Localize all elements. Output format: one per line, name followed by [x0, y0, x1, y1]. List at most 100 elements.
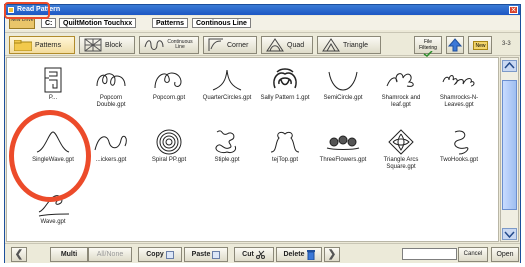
copy-button[interactable]: Copy [138, 247, 182, 262]
file-name: Shamrock and leaf.gpt [381, 95, 421, 108]
file-item[interactable]: Triangle Arcs Square.gpt [375, 128, 427, 180]
prev-page-button[interactable]: ❮ [11, 247, 27, 262]
tab-quad[interactable]: Quad [261, 36, 313, 54]
breadcrumb-quiltmotion[interactable]: QuiltMotion Touchxx [59, 18, 137, 28]
file-item[interactable]: Wave.gpt [27, 190, 79, 242]
cut-button[interactable]: Cut [234, 247, 274, 262]
path-bar: New Drive C: QuiltMotion Touchxx Pattern… [5, 16, 520, 30]
file-item[interactable]: Stiple.gpt [201, 128, 253, 180]
file-name: tejTop.gpt [271, 157, 299, 163]
file-item[interactable]: Sally Pattern 1.gpt [259, 66, 311, 118]
next-page-button[interactable]: ❯ [324, 247, 340, 262]
all-none-button[interactable]: All/None [88, 247, 132, 262]
copy-label: Copy [146, 251, 164, 258]
breadcrumb-continous-line[interactable]: Continous Line [192, 18, 251, 28]
pattern-sally-icon [273, 68, 297, 89]
read-pattern-window: Read Pattern ✕ New Drive C: QuiltMotion … [4, 4, 521, 263]
copy-icon [165, 250, 174, 259]
scroll-up-button[interactable] [502, 60, 517, 72]
scroll-down-button[interactable] [502, 228, 517, 240]
file-name: Shamrocks-N-Leaves.gpt [439, 95, 479, 108]
file-filtering-label: File Filtering [419, 39, 437, 51]
breadcrumb-patterns[interactable]: Patterns [152, 18, 189, 28]
pattern-maze-icon [44, 67, 62, 93]
file-item[interactable]: Shamrock and leaf.gpt [375, 66, 427, 118]
triangle-icon [322, 38, 340, 52]
tab-continuous-line-label: Continuous Line [167, 39, 193, 50]
cancel-button[interactable]: Cancel [458, 247, 488, 262]
vertical-scrollbar[interactable] [500, 57, 519, 242]
close-button[interactable]: ✕ [509, 6, 518, 14]
app-icon [8, 7, 14, 13]
tab-continuous-line[interactable]: Continuous Line [139, 36, 199, 54]
pattern-popcorn-icon [154, 72, 182, 89]
trash-icon [306, 249, 315, 260]
pattern-wave-icon [38, 195, 70, 217]
pattern-quartercircles-icon [212, 69, 242, 91]
file-name: ThreeFlowers.gpt [319, 157, 367, 163]
delete-button[interactable]: Delete [276, 247, 322, 262]
scroll-thumb[interactable] [502, 80, 517, 210]
scissors-icon [255, 250, 265, 259]
action-bar: ❮ Multi All/None Copy Paste Cut Delete ❯… [5, 243, 520, 263]
corner-icon [208, 38, 223, 51]
pattern-spiral-icon [156, 129, 182, 155]
new-drive-button[interactable]: New Drive [9, 17, 35, 29]
file-item[interactable]: SingleWave.gpt [27, 128, 79, 180]
file-item[interactable]: Shamrocks-N-Leaves.gpt [433, 66, 485, 118]
file-item[interactable]: TwoHooks.gpt [433, 128, 485, 180]
page-counter: 3-3 [502, 41, 511, 47]
file-item[interactable]: Popcorn Double.gpt [85, 66, 137, 118]
up-folder-button[interactable] [446, 36, 464, 54]
file-name: SemiCircle.gpt [323, 95, 363, 101]
pattern-singlewave-icon [36, 131, 70, 153]
file-grid: P... Popcorn Double.gpt Popcorn.gpt Quar… [6, 57, 499, 242]
file-name: SingleWave.gpt [32, 157, 74, 163]
pattern-stiple-icon [215, 130, 236, 153]
delete-label: Delete [283, 251, 305, 258]
block-icon [84, 38, 102, 52]
tab-corner[interactable]: Corner [203, 36, 257, 54]
file-name: Wave.gpt [40, 219, 66, 225]
file-item[interactable]: ThreeFlowers.gpt [317, 128, 369, 180]
file-item[interactable]: tejTop.gpt [259, 128, 311, 180]
multi-button[interactable]: Multi [50, 247, 88, 262]
prev-arrow-icon: ❮ [14, 249, 24, 260]
window-title: Read Pattern [17, 6, 61, 13]
tab-block-label: Block [105, 41, 123, 49]
file-item[interactable]: Spiral PP.gpt [143, 128, 195, 180]
tab-triangle[interactable]: Triangle [317, 36, 381, 54]
file-item[interactable]: Popcorn.gpt [143, 66, 195, 118]
folder-icon [14, 39, 32, 51]
paste-label: Paste [191, 251, 211, 258]
pattern-trianglearcs-icon [388, 129, 414, 155]
file-name: Triangle Arcs Square.gpt [383, 157, 419, 170]
tab-triangle-label: Triangle [343, 41, 369, 49]
file-item[interactable]: ...ickers.gpt [85, 128, 137, 180]
new-button[interactable]: New [468, 36, 492, 54]
quad-icon [266, 38, 284, 52]
file-item[interactable]: P... [27, 66, 79, 118]
file-item[interactable]: QuarterCircles.gpt [201, 66, 253, 118]
file-name: P... [48, 95, 58, 101]
file-item[interactable]: SemiCircle.gpt [317, 66, 369, 118]
file-name: Popcorn.gpt [152, 95, 186, 101]
tab-patterns[interactable]: Patterns [9, 36, 75, 54]
pattern-popcorn-double-icon [96, 73, 126, 87]
scroll-down-icon [504, 231, 515, 239]
next-arrow-icon: ❯ [327, 249, 337, 260]
category-bar: Patterns Block Continuous Line Corner Qu… [5, 32, 520, 57]
file-filtering-button[interactable]: File Filtering [414, 36, 442, 57]
filename-input[interactable] [402, 248, 457, 260]
pattern-shamrocks-leaves-icon [442, 75, 475, 87]
pattern-shamrock-leaf-icon [386, 73, 414, 87]
tab-patterns-label: Patterns [35, 41, 62, 49]
breadcrumb-drive[interactable]: C: [41, 18, 57, 28]
paste-button[interactable]: Paste [184, 247, 228, 262]
open-button[interactable]: Open [491, 247, 519, 262]
file-name: Popcorn Double.gpt [96, 95, 126, 108]
file-name: Sally Pattern 1.gpt [260, 95, 310, 101]
tab-block[interactable]: Block [79, 36, 135, 54]
cut-label: Cut [242, 251, 254, 258]
pattern-tejtop-icon [270, 131, 300, 153]
